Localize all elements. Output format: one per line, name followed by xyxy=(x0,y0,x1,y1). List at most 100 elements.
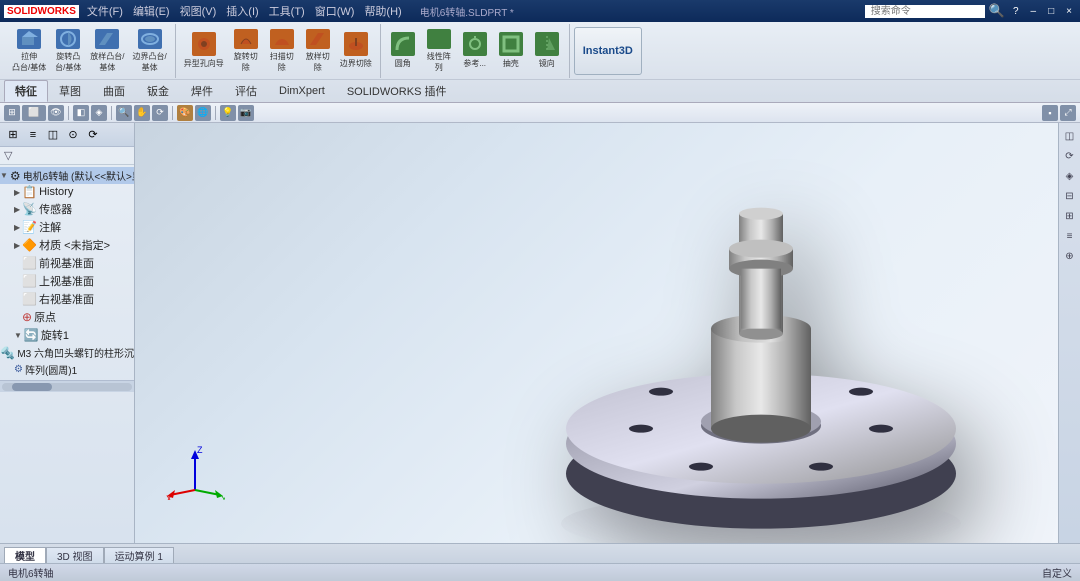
extrude-boss-button[interactable]: 拉伸凸台/基体 xyxy=(8,27,50,75)
tab-evaluate[interactable]: 评估 xyxy=(224,80,268,102)
view-planes-icon[interactable]: ⬜ xyxy=(22,105,46,121)
sweep-cut-icon xyxy=(270,29,294,49)
boundary-cut-button[interactable]: 边界切除 xyxy=(336,27,376,75)
revolve-cut-button[interactable]: 旋转切除 xyxy=(228,27,264,75)
feature-tree: ▼ ⚙ 电机6转轴 (默认<<默认>显 ▶ 📋 History ▶ 📡 传感器 xyxy=(0,165,134,380)
sidebar-tool2[interactable]: ≡ xyxy=(24,126,42,144)
right-panel-icon4[interactable]: ⊟ xyxy=(1061,187,1079,205)
boundary-boss-button[interactable]: 边界凸台/基体 xyxy=(128,27,170,75)
menu-help[interactable]: 帮助(H) xyxy=(360,2,405,20)
reference-button[interactable]: 参考... xyxy=(457,27,493,75)
sidebar-scrollbar[interactable] xyxy=(0,380,134,392)
tab-addins[interactable]: SOLIDWORKS 插件 xyxy=(336,80,458,102)
tree-material[interactable]: ▶ 🔶 材质 <未指定> xyxy=(0,236,134,254)
menu-window[interactable]: 窗口(W) xyxy=(311,2,359,20)
close-button[interactable]: × xyxy=(1062,6,1076,17)
tree-material-label: 材质 <未指定> xyxy=(39,237,110,253)
tab-motion[interactable]: 运动算例 1 xyxy=(104,547,174,563)
bolt-hole-1 xyxy=(629,425,653,433)
pattern-button[interactable]: 线性阵列 xyxy=(421,27,457,75)
tree-history[interactable]: ▶ 📋 History xyxy=(0,184,134,200)
tab-3dview[interactable]: 3D 视图 xyxy=(46,547,104,563)
bolt-hole-3 xyxy=(849,388,873,396)
boundary-boss-label: 边界凸台/基体 xyxy=(132,51,166,73)
view-toolbar: ⊞ ⬜ 👁 ◧ ◈ 🔍 ✋ ⟳ 🎨 🌐 💡 📷 ▪ ⤢ xyxy=(0,103,1080,123)
minimize-button[interactable]: – xyxy=(1027,6,1041,17)
tree-root[interactable]: ▼ ⚙ 电机6转轴 (默认<<默认>显 xyxy=(0,167,134,184)
view-appear-icon[interactable]: 🎨 xyxy=(177,105,193,121)
status-bar: 电机6转轴 自定义 xyxy=(0,563,1080,581)
sidebar-tool4[interactable]: ⊙ xyxy=(64,126,82,144)
tree-top-plane[interactable]: ⬜ 上视基准面 xyxy=(0,272,134,290)
revolve-boss-button[interactable]: 旋转凸台/基体 xyxy=(50,27,86,75)
sweep-cut-button[interactable]: 扫描切除 xyxy=(264,27,300,75)
view-orient-icon[interactable]: ⊞ xyxy=(4,105,20,121)
fillet-button[interactable]: 圆角 xyxy=(385,27,421,75)
shaft-step-top xyxy=(729,240,793,258)
view-scene-icon[interactable]: 🌐 xyxy=(195,105,211,121)
viewport[interactable]: Z X Y xyxy=(135,123,1058,543)
view-display-icon[interactable]: ◈ xyxy=(91,105,107,121)
menu-file[interactable]: 文件(F) xyxy=(83,2,127,20)
view-camera-icon[interactable]: 📷 xyxy=(238,105,254,121)
right-panel-icon2[interactable]: ⟳ xyxy=(1061,147,1079,165)
menu-view[interactable]: 视图(V) xyxy=(176,2,221,20)
menu-insert[interactable]: 插入(I) xyxy=(222,2,262,20)
view-lights-icon[interactable]: 💡 xyxy=(220,105,236,121)
loft-cut-button[interactable]: 放样切除 xyxy=(300,27,336,75)
tree-right-plane[interactable]: ⬜ 右视基准面 xyxy=(0,290,134,308)
right-panel-icon7[interactable]: ⊕ xyxy=(1061,247,1079,265)
tab-model[interactable]: 模型 xyxy=(4,547,46,563)
view-expand-icon[interactable]: ⤢ xyxy=(1060,105,1076,121)
view-tile-icon[interactable]: ▪ xyxy=(1042,105,1058,121)
boundary-boss-icon xyxy=(138,29,162,49)
tab-sketch[interactable]: 草图 xyxy=(48,80,92,102)
right-panel-icon3[interactable]: ◈ xyxy=(1061,167,1079,185)
view-section-icon[interactable]: ◧ xyxy=(73,105,89,121)
view-zoom-icon[interactable]: 🔍 xyxy=(116,105,132,121)
shaft-bottom xyxy=(739,328,783,340)
tree-annotations[interactable]: ▶ 📝 注解 xyxy=(0,218,134,236)
y-label: Y xyxy=(221,494,225,500)
tree-sensor[interactable]: ▶ 📡 传感器 xyxy=(0,200,134,218)
view-hide-icon[interactable]: 👁 xyxy=(48,105,64,121)
view-rotate-icon[interactable]: ⟳ xyxy=(152,105,168,121)
tab-dimxpert[interactable]: DimXpert xyxy=(268,82,336,100)
z-label: Z xyxy=(197,445,203,455)
menu-edit[interactable]: 编辑(E) xyxy=(129,2,174,20)
tree-front-plane[interactable]: ⬜ 前视基准面 xyxy=(0,254,134,272)
tree-top-plane-label: 上视基准面 xyxy=(39,273,94,289)
sidebar-tool1[interactable]: ⊞ xyxy=(4,126,22,144)
right-panel-icon5[interactable]: ⊞ xyxy=(1061,207,1079,225)
view-pan-icon[interactable]: ✋ xyxy=(134,105,150,121)
status-left: 电机6转轴 xyxy=(8,565,54,580)
sidebar-toolbar: ⊞ ≡ ◫ ⊙ ⟳ xyxy=(0,123,134,147)
sidebar-tool3[interactable]: ◫ xyxy=(44,126,62,144)
tree-front-plane-label: 前视基准面 xyxy=(39,255,94,271)
tab-sheet-metal[interactable]: 钣金 xyxy=(136,80,180,102)
loft-boss-button[interactable]: 放样凸台/基体 xyxy=(86,27,128,75)
shell-button[interactable]: 抽壳 xyxy=(493,27,529,75)
menu-tools[interactable]: 工具(T) xyxy=(265,2,309,20)
instant3d-button[interactable]: Instant3D xyxy=(574,27,642,75)
mirror-button[interactable]: 镜向 xyxy=(529,27,565,75)
tree-sensor-label: 传感器 xyxy=(39,201,72,217)
tree-circ-pattern[interactable]: ⚙ 阵列(圆周)1 xyxy=(0,361,134,378)
sidebar-scroll-track xyxy=(2,383,132,391)
tab-surface[interactable]: 曲面 xyxy=(92,80,136,102)
right-panel-icon6[interactable]: ≡ xyxy=(1061,227,1079,245)
tab-weldment[interactable]: 焊件 xyxy=(180,80,224,102)
right-panel-icon1[interactable]: ◫ xyxy=(1061,127,1079,145)
hole-wizard-button[interactable]: 异型孔向导 xyxy=(180,27,228,75)
tree-revolve1[interactable]: ▼ 🔄 旋转1 xyxy=(0,326,134,344)
tab-features[interactable]: 特征 xyxy=(4,80,48,102)
help-button[interactable]: ? xyxy=(1009,6,1023,17)
tree-origin[interactable]: ⊕ 原点 xyxy=(0,308,134,326)
search-input[interactable] xyxy=(865,5,985,18)
sidebar-tool5[interactable]: ⟳ xyxy=(84,126,102,144)
maximize-button[interactable]: □ xyxy=(1044,6,1058,17)
tree-m3-bolt[interactable]: 🔩 M3 六角凹头螺钉的柱形沉 xyxy=(0,344,134,361)
view-sep1 xyxy=(68,106,69,120)
sweep-cut-label: 扫描切除 xyxy=(270,51,294,73)
tree-material-icon: 🔶 xyxy=(22,238,37,252)
